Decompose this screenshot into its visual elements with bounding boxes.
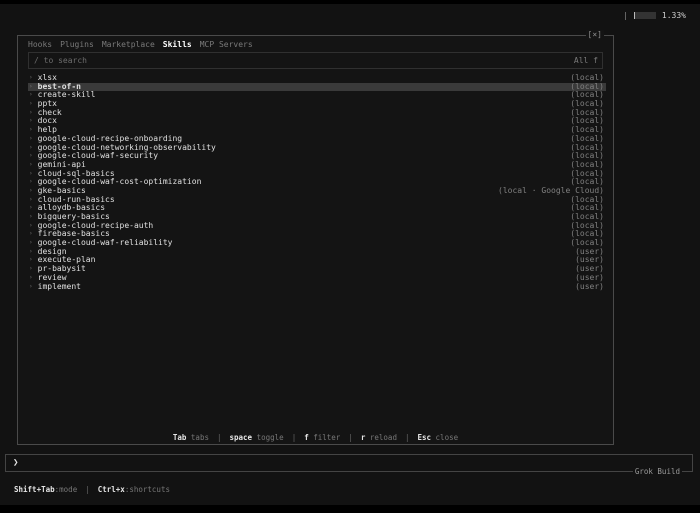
status-bar: Shift+Tab:mode | Ctrl+x:shortcuts — [14, 485, 170, 494]
tab-hooks[interactable]: Hooks — [28, 40, 52, 49]
chevron-right-icon: › — [29, 152, 33, 160]
usage-progress-bar — [633, 12, 656, 19]
hint-key: f — [304, 433, 309, 442]
chevron-right-icon: › — [29, 282, 33, 290]
usage-progress-fill — [633, 12, 635, 19]
tab-marketplace[interactable]: Marketplace — [102, 40, 155, 49]
skill-row-left: › implement — [29, 281, 81, 292]
hint-desc: toggle — [256, 433, 284, 442]
skill-row[interactable]: › check (local) — [28, 108, 606, 118]
hint-key: space — [229, 433, 253, 442]
chevron-right-icon: › — [29, 186, 33, 194]
shortcuts-hint: Ctrl+x:shortcuts — [98, 485, 170, 494]
skill-row[interactable]: › docx (local) — [28, 117, 606, 126]
keyboard-hint: Esc close — [417, 433, 458, 442]
model-label: Grok Build — [632, 467, 682, 476]
skill-row[interactable]: › review (user) — [28, 273, 606, 283]
chevron-right-icon: › — [29, 273, 33, 281]
chevron-right-icon: › — [29, 230, 33, 238]
chevron-right-icon: › — [29, 134, 33, 142]
keyboard-hint: r reload — [361, 433, 397, 442]
modal-tabs: Hooks Plugins Marketplace Skills MCP Ser… — [28, 40, 253, 49]
chevron-right-icon: › — [29, 265, 33, 273]
search-box: All f — [28, 52, 603, 69]
skill-row[interactable]: › pptx (local) — [28, 99, 606, 109]
usage-indicator: | 1.33% — [623, 11, 686, 20]
chevron-right-icon: › — [29, 195, 33, 203]
shortcuts-desc: :shortcuts — [124, 485, 170, 494]
skill-row[interactable]: › google-cloud-recipe-auth (local) — [28, 221, 606, 231]
usage-percent: 1.33% — [661, 11, 686, 20]
hint-key: Esc — [417, 433, 432, 442]
terminal-screen: | 1.33% [×] Hooks Plugins Marketplace Sk… — [0, 0, 700, 513]
shortcuts-key: Ctrl+x — [97, 485, 125, 494]
chevron-right-icon: › — [29, 82, 33, 90]
chevron-right-icon: › — [29, 126, 33, 134]
chevron-right-icon: › — [29, 213, 33, 220]
tab-mcp-servers[interactable]: MCP Servers — [200, 40, 253, 49]
hint-desc: tabs — [190, 433, 209, 442]
keyboard-hints: Tab tabs | space toggle | f filter | r reload |… — [18, 433, 613, 442]
chevron-right-icon: › — [29, 221, 33, 229]
tab-plugins[interactable]: Plugins — [60, 40, 94, 49]
prompt-chevron-icon: ❯ — [13, 458, 19, 468]
keyboard-hint: Tab tabs — [173, 433, 209, 442]
skill-row[interactable]: › google-cloud-waf-security (local) — [28, 151, 606, 161]
skill-row[interactable]: › best-of-n (local) — [28, 82, 606, 92]
skill-row[interactable]: › cloud-run-basics (local) — [28, 195, 606, 205]
chevron-right-icon: › — [29, 100, 33, 108]
keyboard-hint: f filter — [304, 433, 340, 442]
top-strip — [0, 0, 700, 4]
hint-separator: | — [291, 433, 297, 442]
bottom-strip — [0, 505, 700, 513]
mode-desc: :mode — [54, 485, 78, 494]
chevron-right-icon: › — [29, 247, 33, 255]
chevron-right-icon: › — [29, 143, 33, 151]
chevron-right-icon: › — [29, 91, 33, 99]
search-input[interactable] — [34, 56, 334, 65]
chevron-right-icon: › — [29, 108, 33, 116]
hint-desc: filter — [313, 433, 341, 442]
skills-modal: [×] Hooks Plugins Marketplace Skills MCP… — [17, 30, 614, 445]
skill-row[interactable]: › pr-babysit (user) — [28, 264, 606, 274]
usage-separator: | — [623, 11, 628, 20]
chevron-right-icon: › — [29, 160, 33, 168]
skill-source: (user) — [575, 281, 604, 291]
status-separator: | — [85, 485, 90, 494]
skill-list: › xlsx (local) › best-of-n (local) › create-ski… — [28, 73, 606, 292]
filter-label[interactable]: All f — [574, 56, 598, 65]
close-button[interactable]: [×] — [585, 30, 604, 39]
skill-name: implement — [37, 281, 81, 291]
prompt-input[interactable]: ❯ — [5, 454, 693, 472]
tab-skills[interactable]: Skills — [163, 40, 192, 49]
hint-desc: reload — [369, 433, 397, 442]
skill-row[interactable]: › execute-plan (user) — [28, 256, 606, 265]
chevron-right-icon: › — [29, 117, 33, 125]
skill-row[interactable]: › alloydb-basics (local) — [28, 204, 606, 213]
keyboard-hint: space toggle — [230, 433, 284, 442]
skill-row[interactable]: › implement (user) — [28, 281, 606, 292]
chevron-right-icon: › — [29, 178, 33, 186]
chevron-right-icon: › — [29, 204, 33, 212]
skill-row[interactable]: › google-cloud-waf-reliability (local) — [28, 238, 606, 248]
hint-desc: close — [435, 433, 459, 442]
hint-separator: | — [404, 433, 410, 442]
hint-separator: | — [216, 433, 222, 442]
chevron-right-icon: › — [29, 169, 33, 177]
chevron-right-icon: › — [29, 74, 33, 81]
chevron-right-icon: › — [29, 239, 33, 247]
hint-key: r — [360, 433, 366, 442]
skill-row[interactable]: › create-skill (local) — [28, 91, 606, 100]
chevron-right-icon: › — [29, 256, 33, 264]
mode-key: Shift+Tab — [14, 485, 55, 494]
hint-key: Tab — [172, 433, 187, 442]
mode-hint: Shift+Tab:mode — [14, 485, 77, 494]
skill-row[interactable]: › xlsx (local) — [28, 73, 606, 83]
skill-row[interactable]: › design (user) — [28, 247, 606, 257]
hint-separator: | — [348, 433, 353, 442]
